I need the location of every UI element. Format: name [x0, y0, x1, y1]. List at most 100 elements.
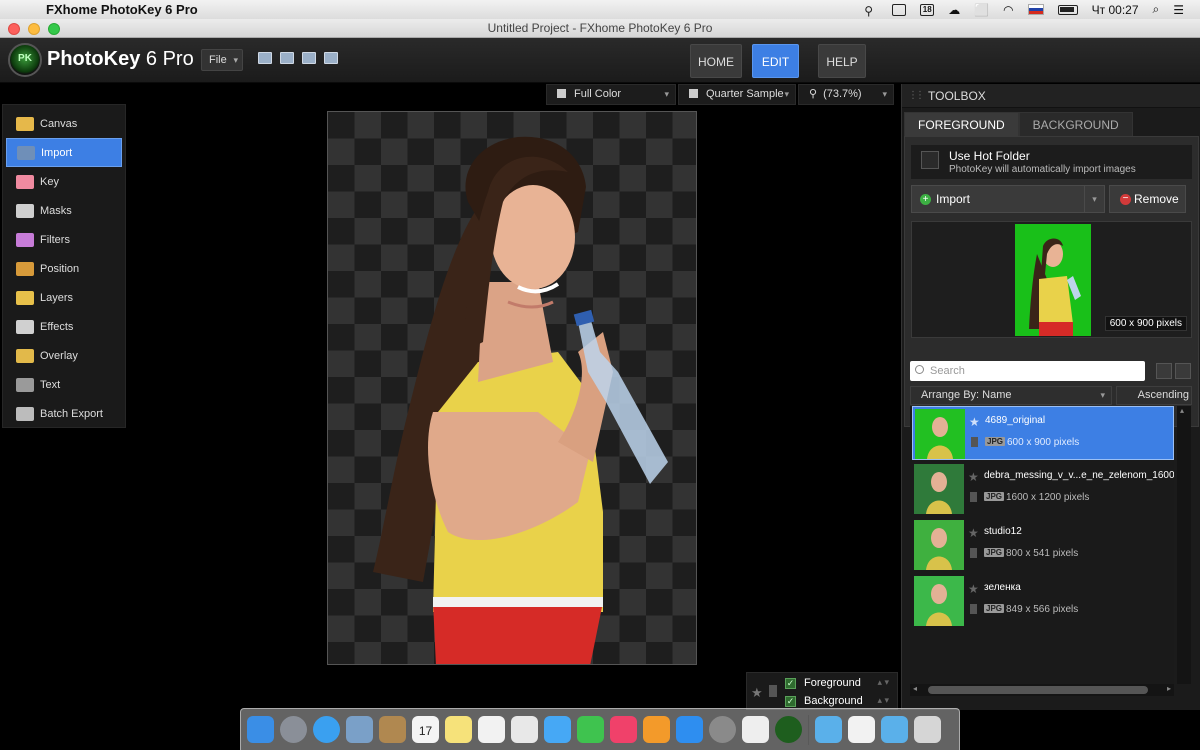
safari-icon[interactable] — [313, 716, 340, 743]
itunes-icon[interactable] — [610, 716, 637, 743]
facetime-icon[interactable] — [577, 716, 604, 743]
sidebar-item-layers[interactable]: Layers — [6, 283, 122, 312]
print-icon[interactable] — [324, 52, 338, 64]
file-list-vertical-scrollbar[interactable] — [1177, 406, 1191, 684]
sidebar-item-masks[interactable]: Masks — [6, 196, 122, 225]
cast-icon[interactable]: ⬜ — [974, 3, 989, 17]
system-preferences-icon[interactable] — [709, 716, 736, 743]
sidebar-item-key[interactable]: Key — [6, 167, 122, 196]
horizontal-scroll-thumb[interactable] — [928, 686, 1148, 694]
launchpad-icon[interactable] — [280, 716, 307, 743]
sidebar-item-batch-export[interactable]: Batch Export — [6, 399, 122, 428]
app-store-icon[interactable] — [676, 716, 703, 743]
nav-edit-button[interactable]: EDIT — [752, 44, 799, 78]
background-checkbox[interactable]: ✓ — [785, 695, 796, 707]
notification-center-icon[interactable]: ☰ — [1173, 3, 1184, 17]
applications-folder-icon[interactable] — [881, 716, 908, 743]
color-mode-icon — [557, 89, 566, 98]
calendar-icon[interactable]: 17 — [412, 716, 439, 743]
sample-quality-dropdown[interactable]: Quarter Sample — [678, 84, 796, 105]
sidebar-item-position[interactable]: Position — [6, 254, 122, 283]
photos-icon[interactable] — [511, 716, 538, 743]
downloads-folder-icon[interactable] — [815, 716, 842, 743]
favorite-star-icon[interactable]: ★ — [968, 582, 979, 596]
spotlight-icon[interactable]: ⌕ — [1153, 2, 1160, 17]
file-menu-button[interactable]: File — [201, 49, 243, 71]
favorite-star-icon[interactable]: ★ — [968, 526, 979, 540]
finder-icon[interactable] — [247, 716, 274, 743]
sidebar-item-filters[interactable]: Filters — [6, 225, 122, 254]
preview-icon[interactable] — [346, 716, 373, 743]
file-list-item[interactable]: ★ debra_messing_v_v...e_ne_zelenom_1600 JP… — [912, 462, 1174, 516]
export-icon[interactable] — [280, 52, 294, 64]
ibooks-icon[interactable] — [643, 716, 670, 743]
background-layer-toggle[interactable]: ✓ Background — [785, 693, 863, 709]
drag-handle-icon[interactable] — [970, 604, 977, 614]
wifi-icon[interactable]: ◠ — [1003, 3, 1013, 17]
color-mode-dropdown[interactable]: Full Color — [546, 84, 676, 105]
foreground-order-arrows-icon[interactable]: ▴ ▾ — [877, 677, 889, 688]
contacts-icon[interactable] — [379, 716, 406, 743]
header-toolbar — [258, 52, 338, 64]
favorite-star-icon[interactable]: ★ — [751, 685, 763, 701]
minimize-window-button[interactable] — [28, 23, 40, 35]
email-icon[interactable] — [302, 52, 316, 64]
remove-button[interactable]: − Remove — [1109, 185, 1186, 213]
save-icon[interactable] — [258, 52, 272, 64]
toolbox-header[interactable]: TOOLBOX — [902, 84, 1200, 108]
calendar-menubar-icon[interactable]: 18 — [920, 3, 935, 16]
hot-folder-checkbox[interactable] — [921, 151, 939, 169]
file-list-horizontal-scrollbar[interactable]: ◂ ▸ — [910, 684, 1174, 696]
messages-icon[interactable] — [544, 716, 571, 743]
tab-foreground[interactable]: FOREGROUND — [904, 112, 1019, 136]
clipboard-icon[interactable] — [892, 3, 907, 16]
file-dimensions: 849 x 566 pixels — [1006, 604, 1079, 615]
drag-handle-icon[interactable] — [971, 437, 978, 447]
sidebar-item-overlay[interactable]: Overlay — [6, 341, 122, 370]
background-order-arrows-icon[interactable]: ▴ ▾ — [877, 695, 889, 706]
keyboard-layout-flag-icon[interactable] — [1027, 4, 1044, 15]
import-dropdown-chevron-icon[interactable]: ▾ — [1084, 186, 1104, 212]
textedit-icon[interactable] — [742, 716, 769, 743]
sidebar-item-effects[interactable]: Effects — [6, 312, 122, 341]
sidebar-item-text[interactable]: Text — [6, 370, 122, 399]
reminders-icon[interactable] — [478, 716, 505, 743]
brush-icon[interactable]: ⚲ — [864, 4, 878, 18]
foreground-layer-toggle[interactable]: ✓ Foreground — [785, 675, 861, 691]
sidebar-item-canvas[interactable]: Canvas — [6, 109, 122, 138]
notes-icon[interactable] — [445, 716, 472, 743]
sidebar-item-import[interactable]: Import — [6, 138, 122, 167]
scroll-right-arrow-icon[interactable]: ▸ — [1167, 684, 1171, 693]
image-canvas[interactable] — [327, 111, 697, 665]
search-input[interactable]: Search — [910, 361, 1145, 381]
file-list-item[interactable]: ★ зеленка JPG 849 x 566 pixels — [912, 574, 1174, 628]
app-menu[interactable]: FXhome PhotoKey 6 Pro — [46, 2, 198, 17]
file-list-item[interactable]: ★ studio12 JPG 800 x 541 pixels — [912, 518, 1174, 572]
trash-icon[interactable] — [914, 716, 941, 743]
clock[interactable]: Чт 00:27 — [1092, 3, 1139, 17]
nav-home-button[interactable]: HOME — [690, 44, 742, 78]
sort-order-button[interactable]: Ascending — [1116, 386, 1192, 405]
battery-icon[interactable] — [1057, 4, 1078, 15]
zoom-dropdown[interactable]: ⚲ (73.7%) — [798, 84, 894, 105]
photokey-icon[interactable] — [775, 716, 802, 743]
nav-help-button[interactable]: HELP — [818, 44, 866, 78]
zoom-window-button[interactable] — [48, 23, 60, 35]
tab-background[interactable]: BACKGROUND — [1018, 112, 1133, 136]
favorite-star-icon[interactable]: ★ — [968, 470, 979, 484]
file-list-item[interactable]: ★ 4689_original JPG 600 x 900 pixels — [912, 406, 1174, 460]
grid-view-icon[interactable] — [1175, 363, 1191, 379]
scroll-left-arrow-icon[interactable]: ◂ — [913, 684, 917, 693]
import-button[interactable]: + Import ▾ — [911, 185, 1105, 213]
foreground-checkbox[interactable]: ✓ — [785, 677, 796, 689]
drag-handle-icon[interactable] — [970, 548, 977, 558]
drag-handle-icon[interactable] — [970, 492, 977, 502]
arrange-by-dropdown[interactable]: Arrange By: Name — [910, 386, 1112, 405]
favorite-star-icon[interactable]: ★ — [969, 415, 980, 429]
documents-icon[interactable] — [848, 716, 875, 743]
close-window-button[interactable] — [8, 23, 20, 35]
cloud-icon[interactable]: ☁ — [948, 3, 960, 17]
hot-folder-option[interactable]: Use Hot Folder PhotoKey will automatical… — [911, 145, 1192, 179]
list-view-icon[interactable] — [1156, 363, 1172, 379]
file-thumbnail — [914, 520, 964, 570]
